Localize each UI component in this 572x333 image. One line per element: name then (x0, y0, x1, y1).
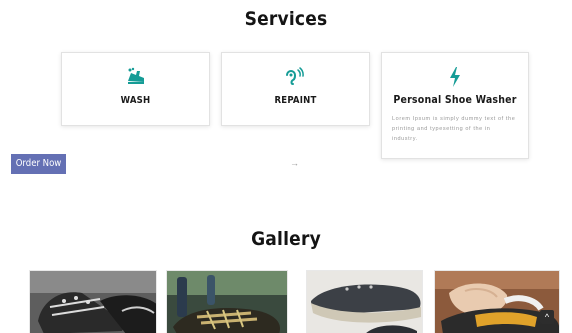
gallery-image-sneaker-cleaning-products[interactable] (166, 270, 288, 333)
hearing-icon (222, 67, 369, 87)
service-description: Lorem Ipsum is simply dummy text of the … (392, 116, 516, 142)
shoe-wash-icon (62, 67, 209, 87)
gallery-title: Gallery (251, 228, 321, 250)
gallery-image-dark-canvas-sneaker[interactable] (306, 270, 423, 333)
chevron-up-icon[interactable]: ^ (540, 310, 554, 324)
order-now-button[interactable]: Order Now (11, 154, 66, 174)
service-card-wash[interactable]: WASH (61, 52, 210, 126)
lightning-bolt-icon (382, 67, 528, 87)
service-card-personal-shoe-washer[interactable]: Personal Shoe Washer Lorem Ipsum is simp… (381, 52, 529, 159)
service-label-wash: WASH (120, 95, 151, 106)
arrow-right-icon[interactable]: → (290, 158, 299, 168)
service-label-personal-shoe-washer: Personal Shoe Washer (393, 94, 517, 106)
service-label-repaint: REPAINT (274, 95, 317, 106)
services-title: Services (244, 8, 328, 30)
gallery-image-sneakers-bw[interactable] (29, 270, 157, 333)
service-card-repaint[interactable]: REPAINT (221, 52, 370, 126)
